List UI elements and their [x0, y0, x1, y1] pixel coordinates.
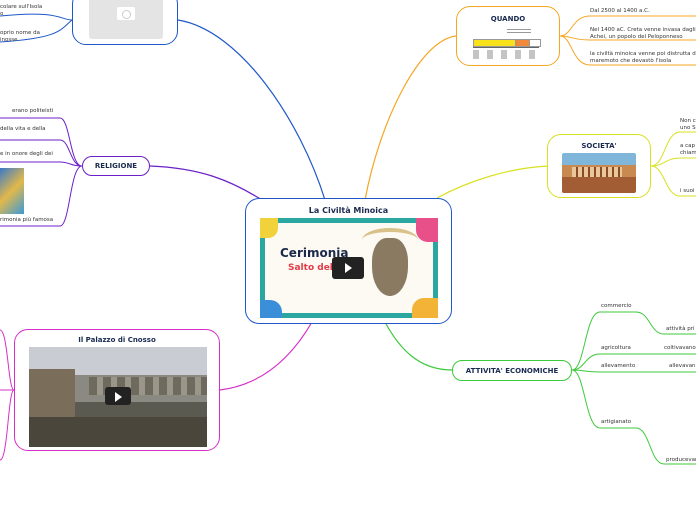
religione-title: RELIGIONE — [94, 162, 138, 170]
palazzo-title: Il Palazzo di Cnosso — [78, 336, 156, 344]
societa-leaf-1: Non c uno S — [680, 118, 696, 132]
religione-leaf-1: erano politeisti — [12, 108, 54, 114]
palace-image — [562, 153, 636, 193]
central-video-thumbnail[interactable]: Cerimonia Salto del toro — [260, 218, 438, 318]
link-societa — [436, 165, 549, 199]
quando-leaf-1: Dal 2500 al 1400 a.C. — [590, 8, 650, 14]
link-palazzo-left — [0, 329, 15, 461]
link-quando — [364, 35, 457, 201]
image-placeholder — [89, 0, 163, 39]
timeline-image — [471, 27, 545, 61]
image-node-topleft[interactable] — [72, 0, 178, 45]
quando-leaf-3: la civiltà minoica venne poi distrutta d… — [590, 51, 696, 65]
societa-leaf-3: i suoi — [680, 188, 695, 194]
topleft-leaf-1: colare sull'Isola — [0, 4, 43, 10]
central-title: La Civiltà Minoica — [308, 206, 389, 215]
topleft-leaf-2: o — [0, 11, 4, 17]
play-button-icon[interactable] — [332, 257, 364, 279]
attivita-branch-artigianato: artigianato — [601, 419, 632, 425]
religione-leaf-2: della vita e della — [0, 126, 46, 132]
link-palazzo — [219, 321, 313, 391]
quando-title: QUANDO — [490, 15, 526, 23]
link-attivita — [384, 321, 453, 371]
attivita-leaf-1: attività pri — [666, 326, 695, 332]
topleft-leaf-4: inosse — [0, 37, 18, 43]
religione-leaf-4: rimonia più famosa — [0, 217, 54, 223]
palazzo-video-thumbnail[interactable] — [29, 347, 207, 447]
religione-image — [0, 168, 24, 214]
attivita-branch-commercio: commercio — [601, 303, 632, 309]
attivita-branch-agricoltura: agricoltura — [601, 345, 631, 351]
camera-icon — [117, 7, 135, 20]
societa-leaf-2: a cap chiam — [680, 143, 696, 157]
link-attivita-leaves — [635, 311, 696, 465]
quando-leaf-2: Nel 1400 aC. Creta venne invasa dagli Ach… — [590, 27, 696, 41]
religione-node[interactable]: RELIGIONE — [82, 156, 150, 176]
societa-title: SOCIETA' — [581, 142, 617, 150]
attivita-leaf-2: coltivavano — [664, 345, 696, 351]
central-node[interactable]: La Civiltà Minoica Cerimonia Salto del t… — [245, 198, 452, 324]
link-societa-leaves — [650, 131, 696, 197]
attivita-title: ATTIVITA' ECONOMICHE — [465, 367, 559, 375]
link-religione — [149, 165, 263, 201]
attivita-branch-allevamento: allevamento — [601, 363, 636, 369]
societa-node[interactable]: SOCIETA' — [547, 134, 651, 198]
attivita-node[interactable]: ATTIVITA' ECONOMICHE — [452, 360, 572, 381]
religione-leaf-3: e in onore degli dei — [0, 151, 53, 157]
palazzo-node[interactable]: Il Palazzo di Cnosso — [14, 329, 220, 451]
attivita-leaf-3: allevavan — [669, 363, 696, 369]
quando-node[interactable]: QUANDO — [456, 6, 560, 66]
play-button-icon-palazzo[interactable] — [105, 387, 131, 405]
attivita-leaf-4: producevan — [666, 457, 696, 463]
